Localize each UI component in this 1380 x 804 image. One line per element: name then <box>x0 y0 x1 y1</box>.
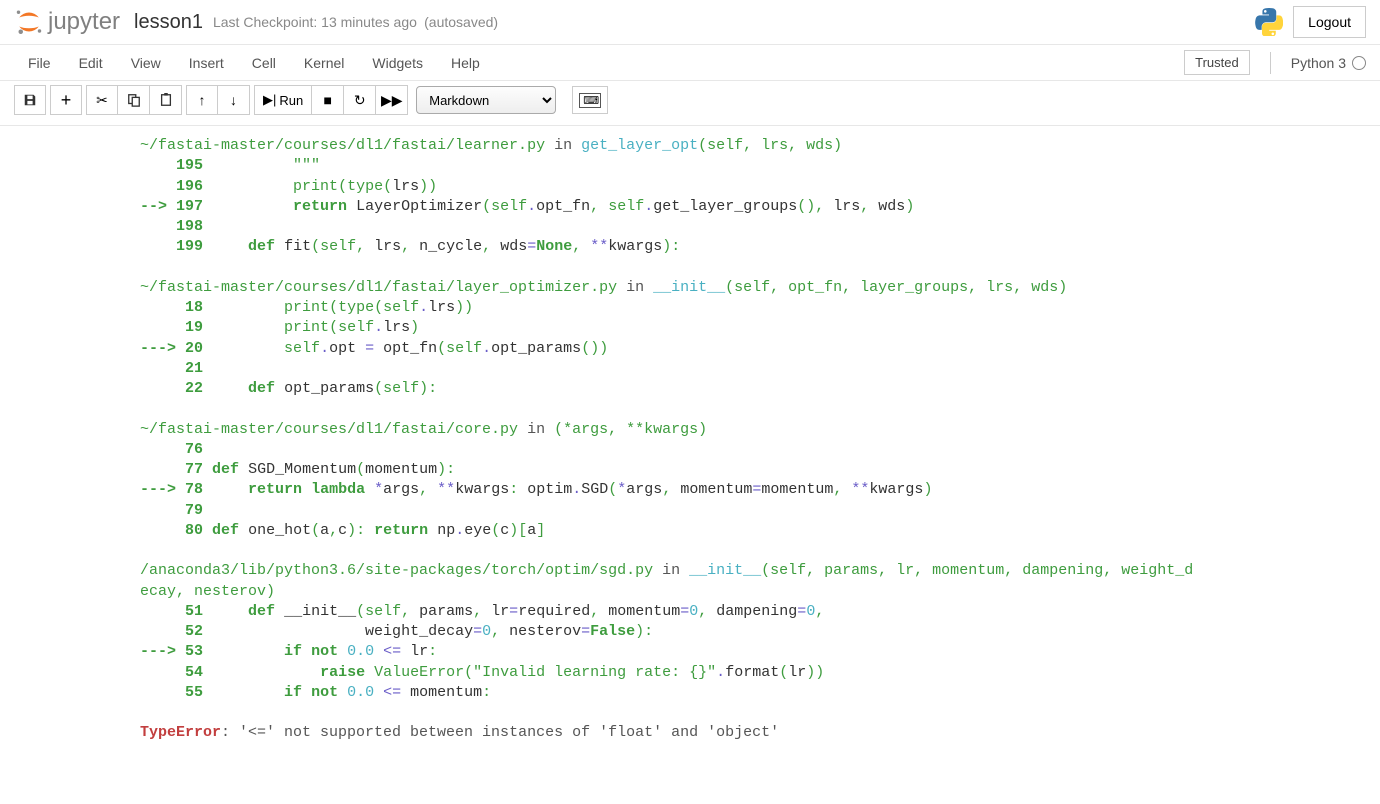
restart-icon: ↻ <box>354 92 366 109</box>
jupyter-logo-icon <box>14 7 44 37</box>
run-button[interactable]: ▶| Run <box>254 85 312 115</box>
jupyter-brand[interactable]: jupyter <box>48 8 120 36</box>
move-down-button[interactable]: ↓ <box>218 85 250 115</box>
notebook-header: jupyter lesson1 Last Checkpoint: 13 minu… <box>0 0 1380 45</box>
python-logo-icon <box>1255 8 1283 36</box>
paste-icon <box>159 93 173 107</box>
trusted-button[interactable]: Trusted <box>1184 50 1250 75</box>
menu-edit[interactable]: Edit <box>65 47 117 79</box>
copy-button[interactable] <box>118 85 150 115</box>
logo-area: jupyter <box>14 7 134 37</box>
menu-file[interactable]: File <box>14 47 65 79</box>
cell-type-select[interactable]: Markdown <box>416 86 556 114</box>
checkpoint-text: Last Checkpoint: 13 minutes ago <box>213 14 417 30</box>
keyboard-icon: ⌨ <box>579 93 601 108</box>
save-button[interactable] <box>14 85 46 115</box>
paste-button[interactable] <box>150 85 182 115</box>
menu-view[interactable]: View <box>117 47 175 79</box>
restart-run-all-button[interactable]: ▶▶ <box>376 85 408 115</box>
cut-button[interactable]: ✂ <box>86 85 118 115</box>
command-palette-button[interactable]: ⌨ <box>572 86 608 114</box>
menu-help[interactable]: Help <box>437 47 494 79</box>
menu-cell[interactable]: Cell <box>238 47 290 79</box>
notebook-title[interactable]: lesson1 <box>134 11 203 34</box>
stop-icon: ■ <box>324 92 332 108</box>
arrow-up-icon: ↑ <box>199 92 206 108</box>
run-label: Run <box>279 93 303 108</box>
logout-button[interactable]: Logout <box>1293 6 1366 38</box>
menu-kernel[interactable]: Kernel <box>290 47 358 79</box>
plus-icon: + <box>61 90 72 111</box>
move-up-button[interactable]: ↑ <box>186 85 218 115</box>
menu-widgets[interactable]: Widgets <box>358 47 437 79</box>
toolbar: + ✂ ↑ ↓ ▶| Run ■ ↻ ▶▶ Markdown ⌨ <box>0 81 1380 126</box>
kernel-indicator[interactable]: Python 3 <box>1291 55 1366 71</box>
copy-icon <box>127 93 141 107</box>
arrow-down-icon: ↓ <box>230 92 237 108</box>
menubar: FileEditViewInsertCellKernelWidgetsHelp … <box>0 45 1380 81</box>
fast-forward-icon: ▶▶ <box>381 92 403 109</box>
interrupt-button[interactable]: ■ <box>312 85 344 115</box>
divider <box>1270 52 1271 74</box>
run-icon: ▶| <box>263 92 276 108</box>
autosaved-text: (autosaved) <box>424 14 498 30</box>
cut-icon: ✂ <box>96 92 108 109</box>
menu-insert[interactable]: Insert <box>175 47 238 79</box>
kernel-idle-icon <box>1352 56 1366 70</box>
traceback-output: ~/fastai-master/courses/dl1/fastai/learn… <box>0 126 1380 804</box>
save-icon <box>23 93 37 107</box>
add-cell-button[interactable]: + <box>50 85 82 115</box>
restart-button[interactable]: ↻ <box>344 85 376 115</box>
kernel-name: Python 3 <box>1291 55 1346 71</box>
